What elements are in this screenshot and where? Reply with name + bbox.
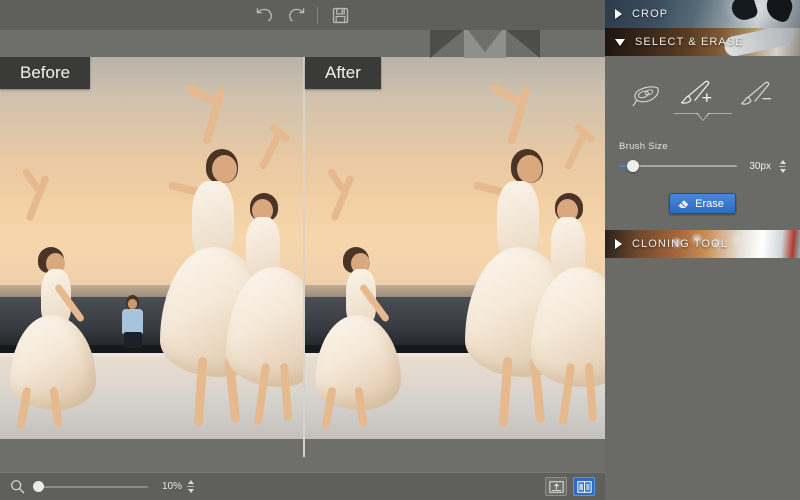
zoom-decrease-icon[interactable] bbox=[188, 489, 194, 493]
triangle-right-icon bbox=[615, 9, 622, 19]
top-toolbar bbox=[0, 0, 605, 30]
zoom-slider[interactable] bbox=[33, 480, 148, 494]
brush-size-decrease-icon[interactable] bbox=[780, 169, 786, 173]
lasso-select-icon bbox=[630, 81, 666, 107]
brush-remove-underline-spacer bbox=[734, 113, 780, 123]
after-pane[interactable] bbox=[305, 57, 605, 457]
brush-add-tool-button[interactable] bbox=[674, 74, 720, 112]
stepper-divider bbox=[779, 166, 786, 167]
brush-size-stepper[interactable] bbox=[779, 160, 786, 173]
triangle-down-icon bbox=[615, 39, 625, 46]
brush-size-row: 30px bbox=[619, 159, 786, 173]
panel-collapse-handle[interactable] bbox=[430, 30, 540, 58]
section-title-crop: CROP bbox=[632, 8, 668, 20]
brush-size-label: Brush Size bbox=[619, 141, 786, 152]
image-canvas[interactable]: Before After bbox=[0, 57, 605, 457]
handle-center bbox=[464, 30, 506, 58]
erase-button-label: Erase bbox=[695, 198, 724, 210]
brush-size-increase-icon[interactable] bbox=[780, 160, 786, 164]
brush-minus-icon bbox=[737, 80, 777, 108]
undo-arrow-icon bbox=[256, 7, 275, 23]
canvas-bottom-gap-before bbox=[0, 439, 303, 457]
redo-button[interactable] bbox=[280, 3, 310, 27]
lasso-select-tool-button[interactable] bbox=[625, 75, 671, 113]
lasso-underline-spacer bbox=[625, 113, 671, 123]
after-label: After bbox=[305, 57, 381, 89]
zoom-slider-track bbox=[33, 486, 148, 488]
eraser-icon bbox=[677, 197, 690, 210]
triangle-right-icon bbox=[615, 239, 622, 249]
before-photo bbox=[0, 57, 303, 439]
select-erase-panel: Brush Size 30px bbox=[605, 56, 800, 230]
brush-plus-icon bbox=[677, 79, 717, 107]
erase-button-row: Erase bbox=[619, 193, 786, 214]
handle-right-wedge bbox=[506, 30, 540, 58]
floppy-disk-save-icon bbox=[332, 7, 349, 24]
brush-slider-knob[interactable] bbox=[627, 160, 639, 172]
before-pane[interactable] bbox=[0, 57, 303, 457]
split-view-icon bbox=[577, 481, 592, 493]
view-mode-single-button[interactable] bbox=[545, 477, 567, 496]
after-photo bbox=[305, 57, 605, 439]
view-mode-split-button[interactable] bbox=[573, 477, 595, 496]
photo-scene-after bbox=[305, 57, 605, 439]
brush-size-value: 30px bbox=[745, 161, 771, 172]
erase-button[interactable]: Erase bbox=[669, 193, 736, 214]
photo-scene-before bbox=[0, 57, 303, 439]
undo-button[interactable] bbox=[250, 3, 280, 27]
brush-tool-row bbox=[619, 74, 786, 123]
status-bar: 10% bbox=[0, 472, 605, 500]
toolbar-divider bbox=[317, 7, 318, 24]
section-title-select-erase: SELECT & ERASE bbox=[635, 36, 744, 48]
zoom-stepper[interactable] bbox=[187, 480, 194, 493]
magnifier-icon[interactable] bbox=[10, 479, 25, 494]
save-button[interactable] bbox=[325, 3, 355, 27]
main-area: Before After 10% bbox=[0, 0, 605, 500]
collapse-chevron-icon bbox=[468, 30, 502, 52]
handle-left-wedge bbox=[430, 30, 464, 58]
zoom-slider-knob[interactable] bbox=[33, 481, 44, 492]
section-header-crop[interactable]: CROP bbox=[605, 0, 800, 28]
active-tool-indicator bbox=[674, 113, 732, 123]
section-title-cloning-tool: CLONING TOOL bbox=[632, 238, 728, 250]
section-header-select-erase[interactable]: SELECT & ERASE bbox=[605, 28, 800, 56]
zoom-level-value: 10% bbox=[162, 481, 182, 492]
brush-remove-tool-button[interactable] bbox=[734, 75, 780, 113]
zoom-increase-icon[interactable] bbox=[188, 480, 194, 484]
before-after-divider[interactable] bbox=[303, 57, 305, 457]
before-label: Before bbox=[0, 57, 90, 89]
editor-window: Before After 10% bbox=[0, 0, 800, 500]
tools-sidebar: CROP SELECT & ERASE bbox=[605, 0, 800, 500]
brush-size-slider[interactable] bbox=[619, 159, 737, 173]
single-view-icon bbox=[549, 481, 564, 493]
stepper-divider bbox=[187, 486, 194, 487]
redo-arrow-icon bbox=[286, 7, 305, 23]
canvas-bottom-gap-after bbox=[305, 439, 605, 457]
active-tool-notch-fill bbox=[697, 112, 709, 120]
section-header-cloning-tool[interactable]: CLONING TOOL bbox=[605, 230, 800, 258]
